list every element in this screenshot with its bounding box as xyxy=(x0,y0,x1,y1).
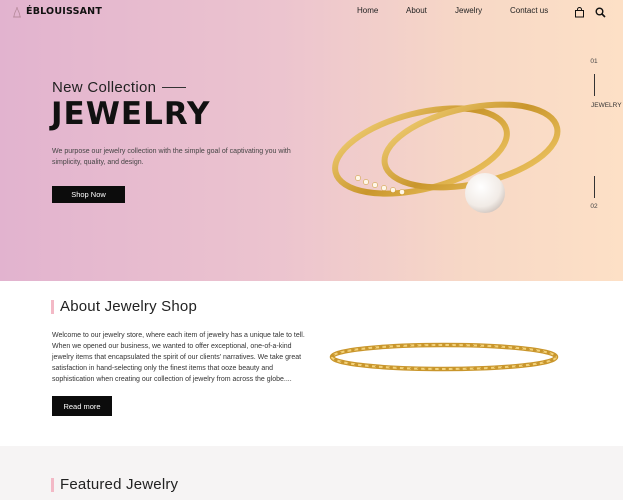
hero-section: ÉBLOUISSANT Home About Jewelry Contact u… xyxy=(0,0,623,281)
shop-now-button[interactable]: Shop Now xyxy=(52,186,125,203)
heading-accent-bar xyxy=(51,477,54,492)
read-more-button[interactable]: Read more xyxy=(52,396,112,416)
nav-link-contact[interactable]: Contact us xyxy=(510,6,548,15)
about-text: Welcome to our jewelry store, where each… xyxy=(52,332,305,383)
nav-link-home[interactable]: Home xyxy=(357,6,378,15)
hero-subtitle-row: New Collection xyxy=(52,79,187,96)
about-heading: About Jewelry Shop xyxy=(51,298,197,315)
logo-text: ÉBLOUISSANT xyxy=(26,5,103,17)
nav-link-jewelry[interactable]: Jewelry xyxy=(455,6,482,15)
slide-total-number[interactable]: 02 xyxy=(586,203,602,210)
pager-line-bottom xyxy=(594,176,595,198)
logo-icon xyxy=(12,5,22,18)
shopping-bag-icon[interactable] xyxy=(574,5,585,23)
subtitle-divider xyxy=(162,87,187,88)
hero-subtitle: New Collection xyxy=(52,79,157,96)
about-title: About Jewelry Shop xyxy=(60,298,198,315)
hero-title: JEWELRY xyxy=(51,96,211,132)
hero-description: We purpose our jewelry collection with t… xyxy=(52,148,291,166)
logo[interactable]: ÉBLOUISSANT xyxy=(12,5,103,18)
pager-vertical-label: JEWELRY xyxy=(591,102,622,109)
featured-title: Featured Jewelry xyxy=(60,476,179,493)
slide-pager: 01 JEWELRY 02 xyxy=(586,58,622,216)
search-icon[interactable] xyxy=(595,5,606,23)
heading-accent-bar xyxy=(51,299,54,314)
gold-rings-image xyxy=(332,101,561,213)
top-navigation: ÉBLOUISSANT Home About Jewelry Contact u… xyxy=(0,0,623,24)
gold-bracelet-image xyxy=(329,342,559,372)
featured-heading: Featured Jewelry xyxy=(51,476,178,493)
pager-line-top xyxy=(594,74,595,96)
about-section: About Jewelry Shop Welcome to our jewelr… xyxy=(0,281,623,446)
nav-link-about[interactable]: About xyxy=(406,6,427,15)
featured-section: Featured Jewelry xyxy=(0,446,623,500)
slide-current-number[interactable]: 01 xyxy=(586,58,602,65)
